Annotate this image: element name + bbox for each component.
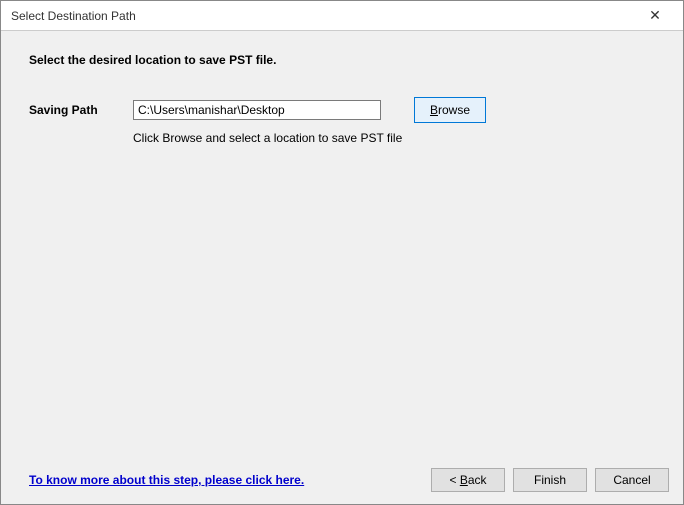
cancel-button[interactable]: Cancel <box>595 468 669 492</box>
help-link[interactable]: To know more about this step, please cli… <box>15 473 304 487</box>
finish-button[interactable]: Finish <box>513 468 587 492</box>
footer-buttons: < Back Finish Cancel <box>431 468 669 492</box>
close-icon[interactable]: ✕ <box>635 2 675 30</box>
back-button[interactable]: < Back <box>431 468 505 492</box>
instruction-text: Select the desired location to save PST … <box>29 53 655 67</box>
hint-text: Click Browse and select a location to sa… <box>133 131 655 145</box>
window-title: Select Destination Path <box>11 9 136 23</box>
footer: To know more about this step, please cli… <box>1 456 683 504</box>
titlebar: Select Destination Path ✕ <box>1 1 683 31</box>
browse-button[interactable]: Browse <box>414 97 486 123</box>
content-area: Select the desired location to save PST … <box>1 31 683 456</box>
dialog-window: Select Destination Path ✕ Select the des… <box>0 0 684 505</box>
saving-path-input[interactable] <box>133 100 381 120</box>
saving-path-row: Saving Path Browse <box>29 97 655 123</box>
saving-path-label: Saving Path <box>29 103 133 117</box>
